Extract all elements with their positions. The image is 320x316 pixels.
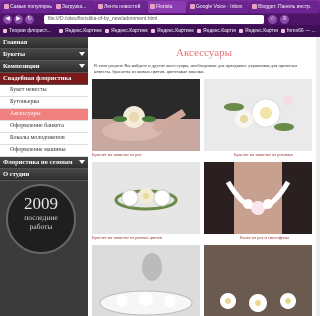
tab-news-feed[interactable]: Лента новостей (96, 1, 146, 13)
tab-florista[interactable]: Florista (148, 1, 186, 13)
tab-loading[interactable]: Загрузка... (54, 1, 94, 13)
sidebar-subitem-accessories[interactable]: Аксессуары (0, 109, 88, 121)
tab-most-visited[interactable]: Самые популярные (2, 1, 52, 13)
tab-google-voice[interactable]: Google Voice - Inbox (188, 1, 248, 13)
back-icon[interactable]: ◀ (3, 15, 12, 24)
sidebar-item-wedding-floristry[interactable]: Свадебная флористика (0, 73, 88, 85)
wrench-icon[interactable]: ≡ (280, 15, 289, 24)
photo-caption: Браслет на запястье из роз (92, 152, 142, 157)
photo-caption: Колье из роз и гипсофилы (240, 235, 289, 240)
sidebar-item-compositions[interactable]: Композиции (0, 61, 88, 73)
badge-year: 2009 (24, 194, 58, 213)
photo-caption: Браслет на запястье из разных цветов (92, 235, 163, 240)
url-input[interactable]: file:///D:/sites/floristika-of-by_new/ad… (44, 15, 264, 24)
sidebar-subitem-glasses[interactable]: Бокалы молодоженов (0, 133, 88, 145)
sidebar-item-bouquets[interactable]: Букеты (0, 49, 88, 61)
bookmark-item[interactable]: Яндекс.Картинки... (58, 27, 102, 35)
photo-mixed-bracelet[interactable] (92, 162, 200, 234)
address-bar-row: ◀ ▶ ↻ file:///D:/sites/floristika-of-by_… (0, 14, 320, 25)
photo-pink-bracelet[interactable] (204, 79, 312, 151)
star-icon[interactable]: ☆ (268, 15, 277, 24)
bookmark-item[interactable]: Яндекс.Картинки... (150, 27, 194, 35)
intro-text: В этом разделе Вы найдете и другие аксес… (94, 63, 297, 74)
photo-hair-wreath[interactable] (92, 245, 200, 316)
sidebar-item-about[interactable]: О студии (0, 169, 88, 181)
bookmarks-bar: Теории флорист... Яндекс.Картинки... Янд… (0, 25, 320, 37)
web-page: Главная Букеты Композиции Свадебная флор… (0, 37, 320, 316)
photo-flower-pins[interactable] (204, 245, 312, 316)
page-title: Аксессуары (176, 47, 232, 59)
forward-icon[interactable]: ▶ (14, 15, 23, 24)
sidebar-subitem-bridal-bouquet[interactable]: Букет невесты (0, 85, 88, 97)
photo-rose-bracelet[interactable] (92, 79, 200, 151)
photo-necklace[interactable] (204, 162, 312, 234)
main-content: Аксессуары В этом разделе Вы найдете и д… (88, 37, 320, 316)
sidebar-subitem-boutonniere[interactable]: Бутоньерка (0, 97, 88, 109)
bookmark-item[interactable]: Яндекс.Картинки... (196, 27, 236, 35)
badge-line2: работы (29, 222, 53, 231)
tab-blogger[interactable]: Blogger: Панель инстр. (250, 1, 318, 13)
photo-caption: Браслет на запястье из розовых (234, 152, 293, 157)
bookmark-item[interactable]: Яндекс.Картинки... (238, 27, 278, 35)
scrollbar[interactable] (316, 37, 320, 316)
tab-bar: Самые популярные Загрузка... Лента новос… (0, 0, 320, 14)
badge-line1: последние (24, 213, 58, 222)
bookmark-item[interactable]: forex66 — ... (280, 27, 318, 35)
sidebar-item-seasons[interactable]: Флористика по сезонам (0, 157, 88, 169)
reload-icon[interactable]: ↻ (25, 15, 34, 24)
bookmark-item[interactable]: Яндекс.Картинки... (104, 27, 148, 35)
sidebar-item-home[interactable]: Главная (0, 37, 88, 49)
sidebar-nav: Главная Букеты Композиции Свадебная флор… (0, 37, 88, 316)
sidebar-subitem-car[interactable]: Оформление машины (0, 145, 88, 157)
recent-works-badge[interactable]: 2009 последние работы (6, 184, 76, 254)
bookmark-item[interactable]: Теории флорист... (2, 27, 56, 35)
sidebar-subitem-banquet[interactable]: Оформление банкета (0, 121, 88, 133)
